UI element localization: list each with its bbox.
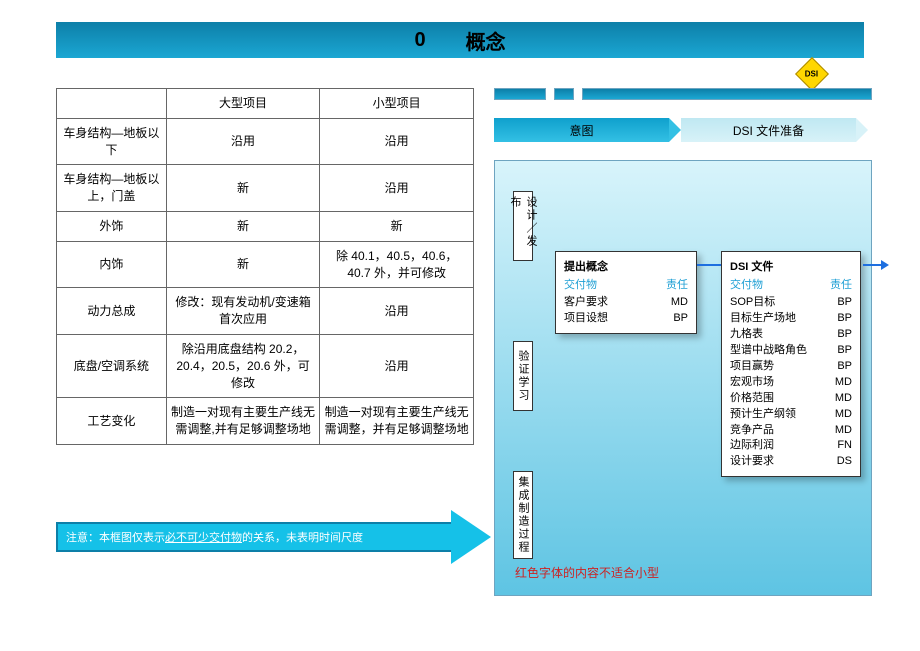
note-arrow-text: 注意：本框图仅表示 必不可少交付物 的关系，未表明时间尺度 xyxy=(56,522,451,552)
card1-title: 提出概念 xyxy=(564,258,688,274)
swimlane-verify: 验证学习 xyxy=(513,341,533,411)
table-row: 车身结构—地板以上，门盖新沿用 xyxy=(57,165,474,212)
card-dsi-file: DSI 文件 交付物责任 SOP目标BP 目标生产场地BP 九格表BP 型谱中战… xyxy=(721,251,861,477)
title-bar: 0 概念 xyxy=(56,22,864,58)
title-text: 概念 xyxy=(466,26,506,55)
card-propose-concept: 提出概念 交付物责任 客户要求MD 项目设想BP xyxy=(555,251,697,334)
table-row: 外饰新新 xyxy=(57,211,474,241)
card2-title: DSI 文件 xyxy=(730,258,852,274)
swimlane-manufacture: 集成制造过程 xyxy=(513,471,533,559)
th-blank xyxy=(57,89,167,119)
output-arrow-icon xyxy=(863,264,883,266)
phase-arrow-band: 意图 DSI 文件准备 xyxy=(494,118,872,142)
swimlane-design: 设计／发布 xyxy=(513,191,533,261)
note-arrow-head-icon xyxy=(451,510,491,564)
process-panel: 设计／发布 验证学习 集成制造过程 提出概念 交付物责任 客户要求MD 项目设想… xyxy=(494,160,872,596)
scope-table: 大型项目 小型项目 车身结构—地板以下沿用沿用 车身结构—地板以上，门盖新沿用 … xyxy=(56,88,474,445)
table-row: 车身结构—地板以下沿用沿用 xyxy=(57,118,474,165)
phase-intent: 意图 xyxy=(494,118,669,142)
red-footnote: 红色字体的内容不适合小型 xyxy=(515,564,659,581)
table-header-row: 大型项目 小型项目 xyxy=(57,89,474,119)
title-number: 0 xyxy=(414,29,425,52)
connector-arrow-icon xyxy=(697,264,721,266)
phase-dsi-prep: DSI 文件准备 xyxy=(681,118,856,142)
th-small: 小型项目 xyxy=(320,89,474,119)
dsi-diamond-icon: DSI xyxy=(795,57,829,91)
table-row: 工艺变化制造一对现有主要生产线无需调整,并有足够调整场地制造一对现有主要生产线无… xyxy=(57,398,474,445)
table-row: 动力总成修改：现有发动机/变速箱首次应用沿用 xyxy=(57,288,474,335)
note-arrow: 注意：本框图仅表示 必不可少交付物 的关系，未表明时间尺度 xyxy=(56,510,494,564)
th-large: 大型项目 xyxy=(166,89,320,119)
table-row: 底盘/空调系统除沿用底盘结构 20.2，20.4，20.5，20.6 外，可修改… xyxy=(57,334,474,397)
table-row: 内饰新除 40.1，40.5，40.6，40.7 外，并可修改 xyxy=(57,241,474,288)
dsi-diamond-label: DSI xyxy=(805,70,818,79)
